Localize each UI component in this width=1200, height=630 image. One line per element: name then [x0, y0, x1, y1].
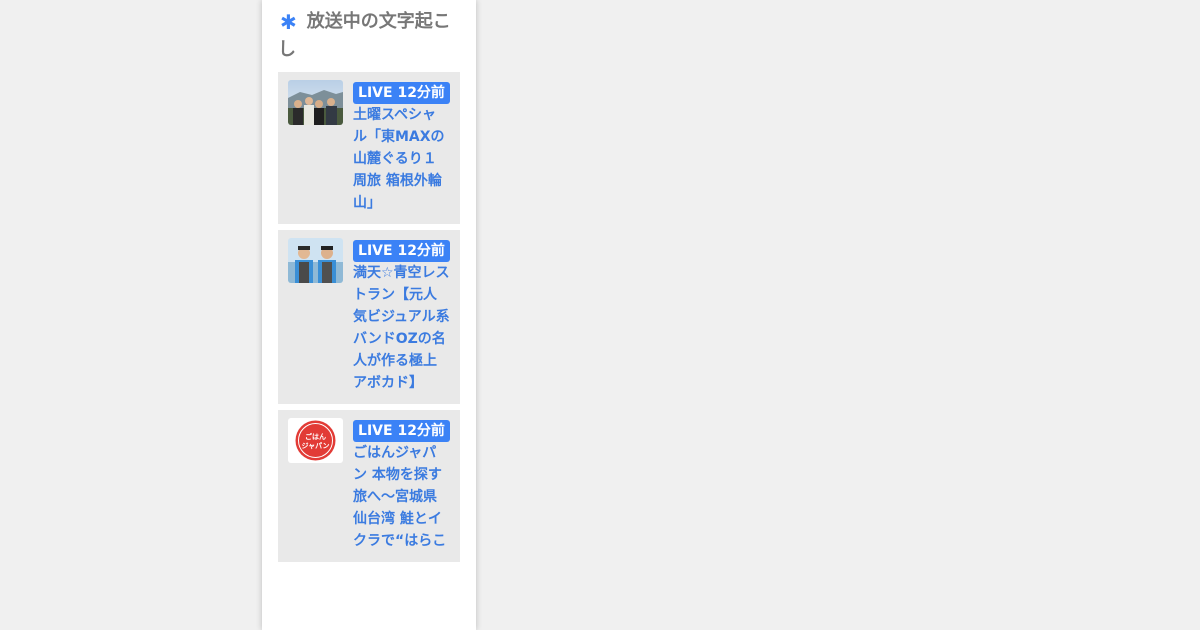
transcript-sidebar: ✱ 放送中の文字起こし LIVE 12分前 土曜スペシャル「東MAXの山麓ぐるり… — [262, 0, 476, 630]
svg-text:ごはん: ごはん — [305, 432, 326, 441]
thumbnail-group-outdoor[interactable] — [288, 80, 343, 125]
sidebar-heading-text: 放送中の文字起こし — [278, 11, 451, 60]
svg-text:ジャパン: ジャパン — [302, 441, 330, 450]
two-men-photo-icon — [288, 238, 343, 283]
thumbnail-two-men[interactable] — [288, 238, 343, 283]
list-item[interactable]: ごはん ジャパン LIVE 12分前 ごはんジャパン 本物を探す旅へ～宮城県仙台… — [278, 410, 460, 562]
program-title-link[interactable]: 土曜スペシャル「東MAXの山麓ぐるり１周旅 箱根外輪山」 — [353, 104, 450, 214]
program-title-link[interactable]: 満天☆青空レストラン【元人気ビジュアル系バンドOZの名人が作る極上アボカド】 — [353, 262, 450, 394]
program-title-link[interactable]: ごはんジャパン 本物を探す旅へ～宮城県仙台湾 鮭とイクラで“はらこ — [353, 442, 450, 552]
group-outdoor-photo-icon — [288, 80, 343, 125]
gohan-japan-logo-icon: ごはん ジャパン — [288, 418, 343, 463]
asterisk-icon: ✱ — [280, 10, 297, 34]
live-badge: LIVE 12分前 — [353, 420, 450, 442]
thumbnail-gohan-japan[interactable]: ごはん ジャパン — [288, 418, 343, 463]
live-badge: LIVE 12分前 — [353, 82, 450, 104]
list-item[interactable]: LIVE 12分前 満天☆青空レストラン【元人気ビジュアル系バンドOZの名人が作… — [278, 230, 460, 404]
list-item[interactable]: LIVE 12分前 土曜スペシャル「東MAXの山麓ぐるり１周旅 箱根外輪山」 — [278, 72, 460, 224]
sidebar-heading: ✱ 放送中の文字起こし — [278, 8, 460, 64]
live-badge: LIVE 12分前 — [353, 240, 450, 262]
